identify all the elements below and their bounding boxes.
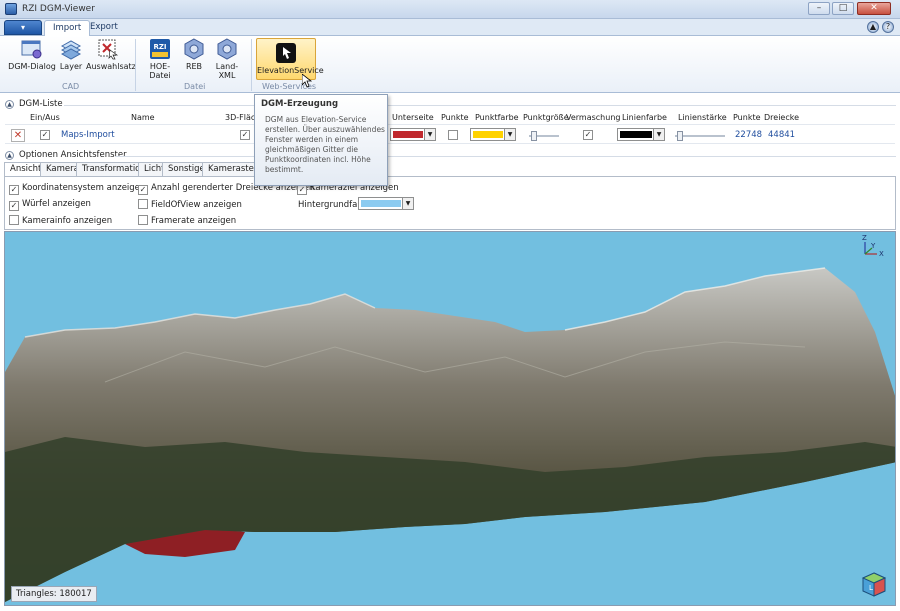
group-separator — [135, 39, 136, 91]
svg-text:L: L — [869, 584, 873, 592]
point-color-combo[interactable]: ▼ — [470, 128, 516, 141]
points-checkbox[interactable] — [448, 130, 458, 140]
line-width-slider[interactable] — [675, 131, 725, 141]
option-fov[interactable]: FieldOfView anzeigen — [138, 199, 242, 210]
axis-label-y: Y — [871, 242, 876, 250]
dgm-dialog-button[interactable]: DGM-Dialog — [8, 38, 56, 71]
auswahlsatz-button[interactable]: Auswahlsatz — [86, 38, 136, 71]
fov-checkbox[interactable] — [138, 199, 148, 209]
terrain-model — [5, 267, 895, 602]
dgm-name-link[interactable]: Maps-Import — [61, 130, 115, 140]
coordinate-axes: Z Y X — [859, 234, 885, 260]
chevron-down-icon: ▼ — [402, 198, 413, 209]
koordinatensystem-checkbox[interactable]: ✓ — [9, 185, 19, 195]
background-color-combo[interactable]: ▼ — [358, 197, 414, 210]
svg-text:RZI: RZI — [153, 43, 166, 51]
rzi-logo-icon: RZI — [149, 38, 171, 60]
layer-button[interactable]: Layer — [58, 38, 84, 71]
navigation-cube-icon[interactable]: L — [861, 571, 887, 597]
layer-icon — [60, 38, 82, 60]
group-label-datei: Datei — [184, 82, 206, 91]
kamerainfo-checkbox[interactable] — [9, 215, 19, 225]
minimize-button[interactable]: – — [808, 2, 830, 15]
maximize-button[interactable]: □ — [832, 2, 854, 15]
group-separator — [251, 39, 252, 91]
unterseite-color-combo[interactable]: ▼ — [390, 128, 436, 141]
tooltip-body: DGM aus Elevation-Service erstellen. Übe… — [265, 115, 385, 174]
axis-label-x: X — [879, 250, 884, 258]
reb-button[interactable]: REB — [183, 38, 205, 71]
up-arrow-icon[interactable]: ▲ — [867, 21, 879, 33]
elevation-service-icon — [275, 42, 297, 64]
triangles-count: 44841 — [768, 130, 796, 140]
dgm-list-header[interactable]: ▲ DGM-Liste — [0, 99, 900, 110]
collapse-icon[interactable]: ▲ — [5, 100, 14, 109]
wuerfel-checkbox[interactable]: ✓ — [9, 201, 19, 211]
dreiecke-checkbox[interactable]: ✓ — [138, 185, 148, 195]
chevron-down-icon: ▼ — [504, 129, 515, 140]
reb-gear-icon — [183, 38, 205, 60]
selection-set-icon — [97, 38, 119, 60]
line-color-combo[interactable]: ▼ — [617, 128, 665, 141]
mesh-checkbox[interactable]: ✓ — [583, 130, 593, 140]
chevron-down-icon: ▼ — [653, 129, 664, 140]
group-label-cad: CAD — [62, 82, 80, 91]
triangles-status: Triangles: 180017 — [11, 586, 97, 602]
ribbon-panel: DGM-Dialog Layer Auswahlsatz CAD RZI HOE… — [0, 36, 900, 93]
option-koordinatensystem[interactable]: ✓ Koordinatensystem anzeigen — [9, 183, 145, 195]
point-size-slider[interactable] — [529, 131, 559, 141]
axis-label-z: Z — [862, 234, 867, 242]
mouse-cursor-icon — [301, 73, 313, 91]
application-menu-button[interactable]: ▾ — [4, 20, 42, 35]
tab-export[interactable]: Export — [82, 20, 126, 36]
dgm-table: Ein/Aus Name 3D-Fläch Unterseite Punkte … — [5, 113, 895, 145]
collapse-icon[interactable]: ▲ — [5, 151, 14, 160]
tooltip-title: DGM-Erzeugung — [261, 99, 339, 109]
land-xml-gear-icon — [216, 38, 238, 60]
help-icon[interactable]: ? — [882, 21, 894, 33]
land-xml-button[interactable]: Land-XML — [208, 38, 246, 80]
enabled-checkbox[interactable]: ✓ — [40, 130, 50, 140]
chevron-down-icon: ▼ — [424, 129, 435, 140]
option-wuerfel[interactable]: ✓ Würfel anzeigen — [9, 199, 91, 211]
option-kamerainfo[interactable]: Kamerainfo anzeigen — [9, 215, 112, 226]
ribbon-tab-row: ▾ Import Export ▲? — [0, 19, 900, 36]
3d-viewport[interactable]: Z Y X L Triangles: 180017 — [4, 231, 896, 606]
app-icon — [5, 3, 17, 15]
framerate-checkbox[interactable] — [138, 215, 148, 225]
table-row: ✕ ✓ Maps-Import ✓ ▼ ▼ ✓ ▼ 22748 44841 — [5, 124, 895, 144]
hoe-datei-button[interactable]: RZI HOE-Datei — [140, 38, 180, 80]
kameraziel-checkbox[interactable]: ✓ — [297, 185, 307, 195]
options-panel: ✓ Koordinatensystem anzeigen ✓ Würfel anze… — [4, 176, 896, 230]
title-bar: RZI DGM-Viewer – □ ✕ — [0, 0, 900, 19]
surface-checkbox[interactable]: ✓ — [240, 130, 250, 140]
dgm-dialog-icon — [21, 38, 43, 60]
points-count: 22748 — [735, 130, 763, 140]
option-framerate[interactable]: Framerate anzeigen — [138, 215, 236, 226]
delete-icon[interactable]: ✕ — [11, 129, 25, 142]
options-header[interactable]: ▲ Optionen Ansichtsfenster — [0, 150, 900, 161]
tooltip-dgm-erzeugung: DGM-Erzeugung DGM aus Elevation-Service … — [254, 94, 388, 186]
window-title: RZI DGM-Viewer — [22, 4, 95, 14]
close-button[interactable]: ✕ — [857, 2, 891, 15]
